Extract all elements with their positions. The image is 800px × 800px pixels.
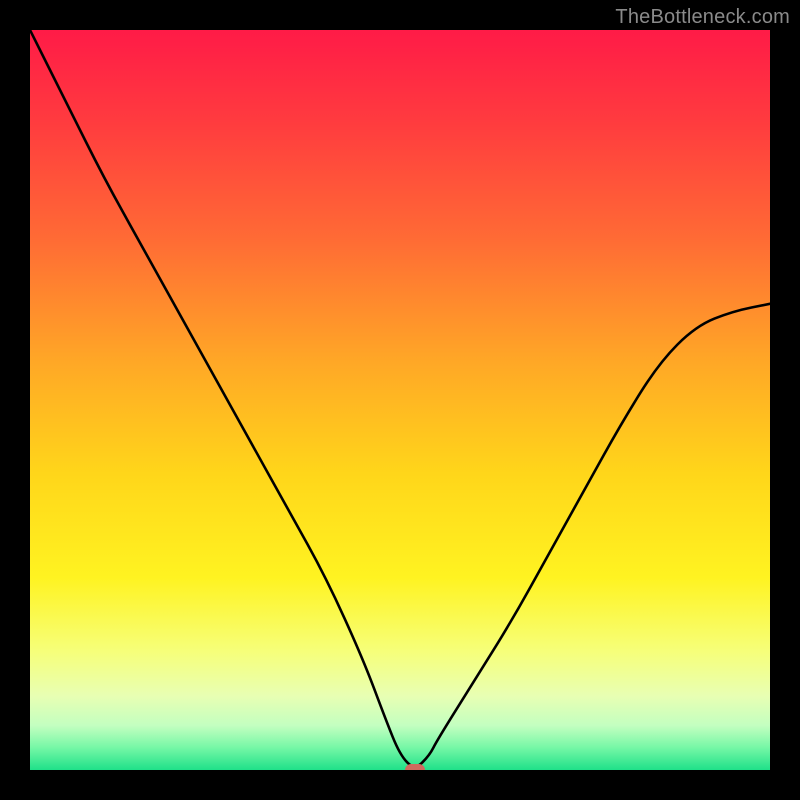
minimum-marker [405,764,425,770]
bottleneck-curve [30,30,770,770]
plot-area [30,30,770,770]
watermark-text: TheBottleneck.com [615,6,790,29]
chart-frame: TheBottleneck.com [0,0,800,800]
